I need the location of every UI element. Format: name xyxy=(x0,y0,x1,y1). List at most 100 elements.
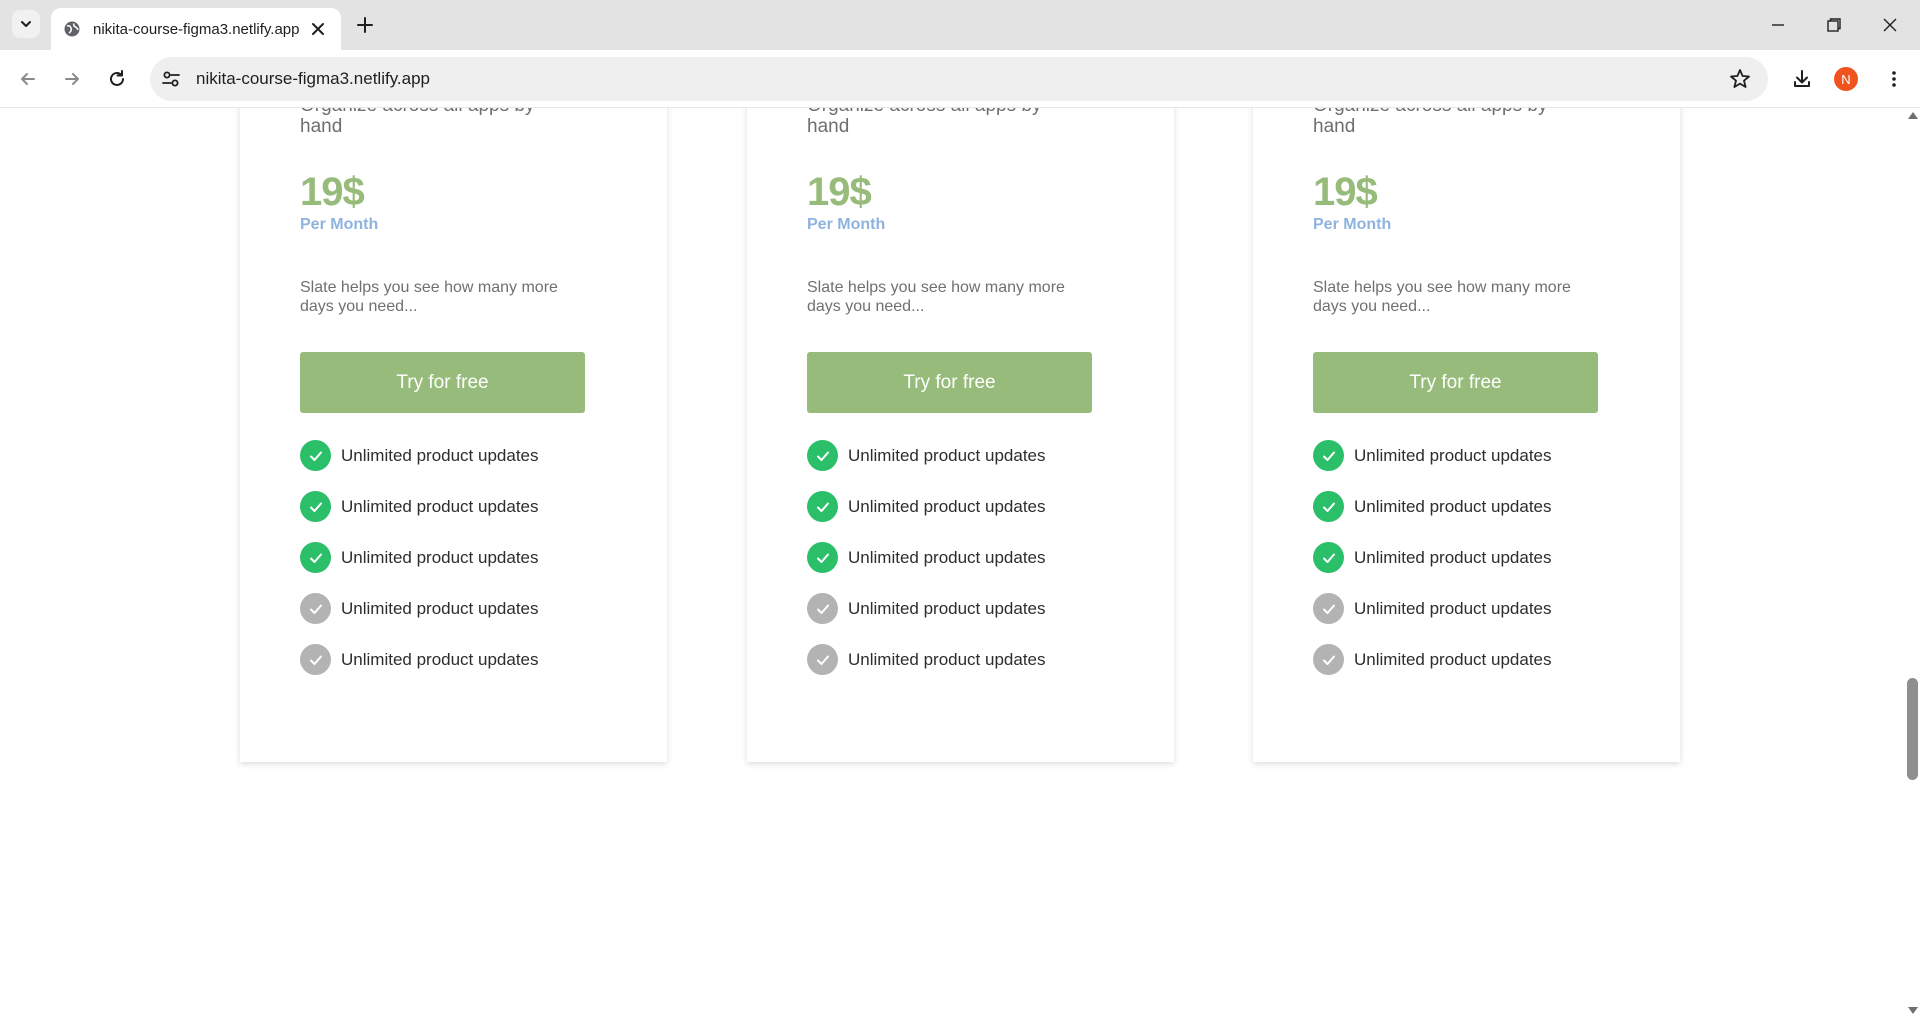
restore-button[interactable] xyxy=(1806,0,1862,50)
try-for-free-button[interactable]: Try for free xyxy=(807,352,1092,413)
feature-item: Unlimited product updates xyxy=(300,491,590,522)
try-for-free-button[interactable]: Try for free xyxy=(1313,352,1598,413)
feature-label: Unlimited product updates xyxy=(1354,598,1552,618)
plan-price: 19$ xyxy=(1313,170,1378,214)
tab-search-button[interactable] xyxy=(12,10,40,38)
pricing-card: Organize across all apps by hand 19$ Per… xyxy=(747,108,1174,762)
feature-item: Unlimited product updates xyxy=(807,593,1097,624)
check-circle-icon xyxy=(300,542,331,573)
check-circle-icon xyxy=(1313,542,1344,573)
feature-label: Unlimited product updates xyxy=(1354,496,1552,516)
feature-label: Unlimited product updates xyxy=(848,445,1046,465)
bookmark-star-icon[interactable] xyxy=(1728,67,1752,91)
arrow-right-icon xyxy=(65,73,79,85)
profile-avatar[interactable]: N xyxy=(1834,67,1858,91)
new-tab-button[interactable] xyxy=(352,12,378,38)
feature-item: Unlimited product updates xyxy=(1313,491,1603,522)
feature-item: Unlimited product updates xyxy=(1313,440,1603,471)
feature-label: Unlimited product updates xyxy=(1354,649,1552,669)
plan-period: Per Month xyxy=(300,216,379,233)
page-scrollbar[interactable] xyxy=(1905,108,1920,1020)
check-circle-icon xyxy=(300,440,331,471)
plan-period: Per Month xyxy=(807,216,886,233)
feature-item: Unlimited product updates xyxy=(300,593,590,624)
pricing-card-content: Organize across all apps by hand 19$ Per… xyxy=(300,108,590,695)
tab-strip: nikita-course-figma3.netlify.app xyxy=(0,0,1920,50)
feature-list: Unlimited product updates Unlimited prod… xyxy=(300,440,590,675)
check-circle-disabled-icon xyxy=(300,644,331,675)
feature-label: Unlimited product updates xyxy=(341,649,539,669)
check-circle-disabled-icon xyxy=(300,593,331,624)
url-text[interactable]: nikita-course-figma3.netlify.app xyxy=(196,69,1728,89)
scroll-down-arrow-icon[interactable] xyxy=(1908,1007,1918,1014)
arrow-left-icon xyxy=(21,73,35,85)
feature-label: Unlimited product updates xyxy=(341,547,539,567)
pricing-card: Organize across all apps by hand 19$ Per… xyxy=(1253,108,1680,762)
more-vertical-icon xyxy=(1892,71,1896,87)
plan-description: Slate helps you see how many more days y… xyxy=(807,279,1065,315)
back-button[interactable] xyxy=(13,64,43,94)
check-circle-icon xyxy=(807,491,838,522)
browser-toolbar: nikita-course-figma3.netlify.app N xyxy=(0,50,1920,108)
close-window-button[interactable] xyxy=(1862,0,1918,50)
scrollbar-thumb[interactable] xyxy=(1907,678,1918,780)
plan-tagline: Organize across all apps by hand xyxy=(807,108,1041,137)
feature-label: Unlimited product updates xyxy=(341,598,539,618)
check-circle-icon xyxy=(1313,491,1344,522)
plan-price: 19$ xyxy=(807,170,872,214)
active-tab[interactable]: nikita-course-figma3.netlify.app xyxy=(51,8,341,50)
plan-period: Per Month xyxy=(1313,216,1392,233)
check-circle-disabled-icon xyxy=(1313,593,1344,624)
plan-description: Slate helps you see how many more days y… xyxy=(1313,279,1571,315)
plan-description: Slate helps you see how many more days y… xyxy=(300,279,558,315)
feature-item: Unlimited product updates xyxy=(807,491,1097,522)
feature-label: Unlimited product updates xyxy=(341,496,539,516)
feature-label: Unlimited product updates xyxy=(341,445,539,465)
globe-icon xyxy=(64,21,80,37)
downloads-button[interactable] xyxy=(1787,64,1817,94)
feature-label: Unlimited product updates xyxy=(1354,445,1552,465)
check-circle-disabled-icon xyxy=(1313,644,1344,675)
browser-menu-button[interactable] xyxy=(1879,64,1909,94)
feature-label: Unlimited product updates xyxy=(1354,547,1552,567)
page-viewport: Organize across all apps by hand 19$ Per… xyxy=(0,108,1905,1020)
feature-list: Unlimited product updates Unlimited prod… xyxy=(807,440,1097,675)
feature-label: Unlimited product updates xyxy=(848,598,1046,618)
site-settings-icon[interactable] xyxy=(160,68,182,90)
check-circle-icon xyxy=(300,491,331,522)
pricing-card-content: Organize across all apps by hand 19$ Per… xyxy=(1313,108,1603,695)
close-tab-icon[interactable] xyxy=(309,20,327,38)
plan-price: 19$ xyxy=(300,170,365,214)
feature-item: Unlimited product updates xyxy=(300,440,590,471)
check-circle-icon xyxy=(807,542,838,573)
feature-item: Unlimited product updates xyxy=(300,644,590,675)
feature-item: Unlimited product updates xyxy=(1313,542,1603,573)
check-circle-disabled-icon xyxy=(807,644,838,675)
forward-button[interactable] xyxy=(57,64,87,94)
download-icon xyxy=(1794,70,1810,87)
feature-label: Unlimited product updates xyxy=(848,547,1046,567)
tab-title: nikita-course-figma3.netlify.app xyxy=(93,20,300,38)
try-for-free-button[interactable]: Try for free xyxy=(300,352,585,413)
scroll-up-arrow-icon[interactable] xyxy=(1908,112,1918,119)
address-bar[interactable]: nikita-course-figma3.netlify.app xyxy=(150,57,1768,101)
check-circle-icon xyxy=(807,440,838,471)
pricing-card-content: Organize across all apps by hand 19$ Per… xyxy=(807,108,1097,695)
feature-item: Unlimited product updates xyxy=(1313,593,1603,624)
reload-button[interactable] xyxy=(102,64,132,94)
reload-icon xyxy=(110,70,124,86)
chevron-down-icon xyxy=(21,21,31,27)
restore-icon xyxy=(1827,18,1841,32)
feature-item: Unlimited product updates xyxy=(807,644,1097,675)
check-circle-disabled-icon xyxy=(807,593,838,624)
pricing-card: Organize across all apps by hand 19$ Per… xyxy=(240,108,667,762)
feature-item: Unlimited product updates xyxy=(1313,644,1603,675)
minimize-button[interactable] xyxy=(1750,0,1806,50)
minimize-icon xyxy=(1772,24,1784,26)
feature-label: Unlimited product updates xyxy=(848,649,1046,669)
feature-item: Unlimited product updates xyxy=(807,440,1097,471)
check-circle-icon xyxy=(1313,440,1344,471)
feature-list: Unlimited product updates Unlimited prod… xyxy=(1313,440,1603,675)
feature-label: Unlimited product updates xyxy=(848,496,1046,516)
feature-item: Unlimited product updates xyxy=(807,542,1097,573)
